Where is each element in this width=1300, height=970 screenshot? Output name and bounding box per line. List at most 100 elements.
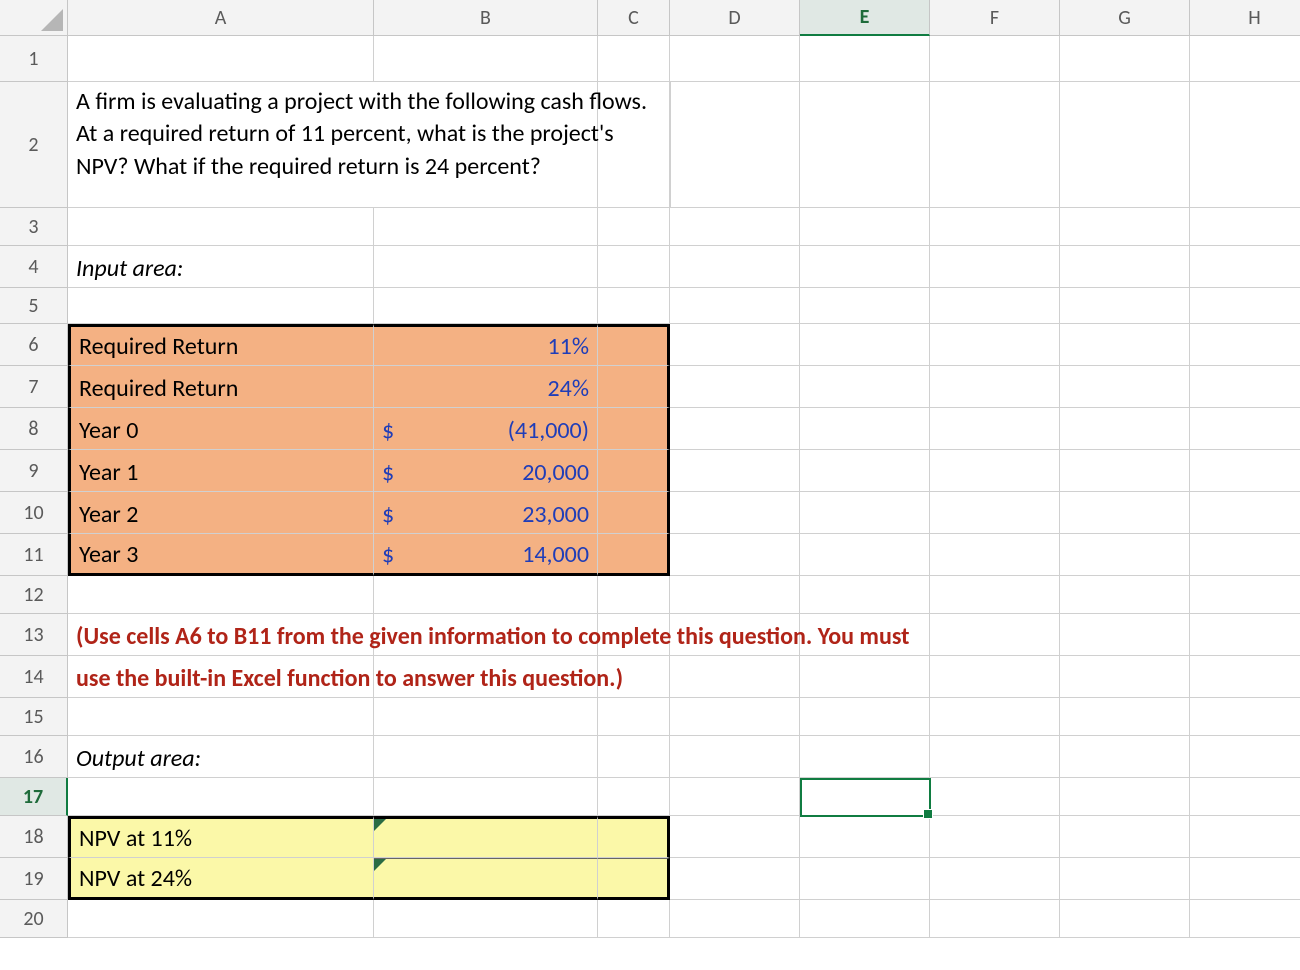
cell-D14[interactable] bbox=[670, 656, 800, 698]
cell-D5[interactable] bbox=[670, 288, 800, 324]
cell-A2[interactable]: A firm is evaluating a project with the … bbox=[68, 82, 671, 208]
cell-D11[interactable] bbox=[670, 534, 800, 576]
cell-D16[interactable] bbox=[670, 736, 800, 778]
cell-H9[interactable] bbox=[1190, 450, 1300, 492]
cell-A13[interactable]: (Use cells A6 to B11 from the given info… bbox=[68, 614, 374, 656]
col-header-H[interactable]: H bbox=[1190, 0, 1300, 36]
col-header-B[interactable]: B bbox=[374, 0, 598, 36]
cell-C1[interactable] bbox=[598, 36, 670, 82]
cell-E7[interactable] bbox=[800, 366, 930, 408]
cell-B7[interactable]: 24% bbox=[374, 366, 598, 408]
cell-E5[interactable] bbox=[800, 288, 930, 324]
cell-G15[interactable] bbox=[1060, 698, 1190, 736]
cell-G6[interactable] bbox=[1060, 324, 1190, 366]
row-header-11[interactable]: 11 bbox=[0, 534, 68, 576]
cell-A18[interactable]: NPV at 11% bbox=[68, 816, 374, 858]
cell-H6[interactable] bbox=[1190, 324, 1300, 366]
cell-D18[interactable] bbox=[670, 816, 800, 858]
cell-G8[interactable] bbox=[1060, 408, 1190, 450]
cell-F4[interactable] bbox=[930, 246, 1060, 288]
cell-G3[interactable] bbox=[1060, 208, 1190, 246]
row-header-20[interactable]: 20 bbox=[0, 900, 68, 938]
cell-E4[interactable] bbox=[800, 246, 930, 288]
cell-B11[interactable]: $14,000 bbox=[374, 534, 598, 576]
row-header-13[interactable]: 13 bbox=[0, 614, 68, 656]
cell-E10[interactable] bbox=[800, 492, 930, 534]
cell-F14[interactable] bbox=[930, 656, 1060, 698]
cell-D8[interactable] bbox=[670, 408, 800, 450]
cell-F11[interactable] bbox=[930, 534, 1060, 576]
cell-C16[interactable] bbox=[598, 736, 670, 778]
cell-H1[interactable] bbox=[1190, 36, 1300, 82]
cell-F2[interactable] bbox=[930, 82, 1060, 208]
row-header-2[interactable]: 2 bbox=[0, 82, 68, 208]
cell-B16[interactable] bbox=[374, 736, 598, 778]
cell-F20[interactable] bbox=[930, 900, 1060, 938]
cell-H8[interactable] bbox=[1190, 408, 1300, 450]
cell-G13[interactable] bbox=[1060, 614, 1190, 656]
cell-H20[interactable] bbox=[1190, 900, 1300, 938]
row-header-12[interactable]: 12 bbox=[0, 576, 68, 614]
cell-D4[interactable] bbox=[670, 246, 800, 288]
cell-G2[interactable] bbox=[1060, 82, 1190, 208]
cell-F9[interactable] bbox=[930, 450, 1060, 492]
cell-E3[interactable] bbox=[800, 208, 930, 246]
cell-C8[interactable] bbox=[598, 408, 670, 450]
cell-E2[interactable] bbox=[800, 82, 930, 208]
cell-C9[interactable] bbox=[598, 450, 670, 492]
cell-G20[interactable] bbox=[1060, 900, 1190, 938]
cell-H16[interactable] bbox=[1190, 736, 1300, 778]
col-header-D[interactable]: D bbox=[670, 0, 800, 36]
cell-F18[interactable] bbox=[930, 816, 1060, 858]
cell-G9[interactable] bbox=[1060, 450, 1190, 492]
cell-F16[interactable] bbox=[930, 736, 1060, 778]
cell-C18[interactable] bbox=[598, 816, 670, 858]
cell-F12[interactable] bbox=[930, 576, 1060, 614]
cell-G17[interactable] bbox=[1060, 778, 1190, 816]
cell-F19[interactable] bbox=[930, 858, 1060, 900]
cell-E6[interactable] bbox=[800, 324, 930, 366]
cell-E14[interactable] bbox=[800, 656, 930, 698]
cell-G1[interactable] bbox=[1060, 36, 1190, 82]
cell-B19[interactable] bbox=[374, 858, 598, 900]
cell-D9[interactable] bbox=[670, 450, 800, 492]
row-header-1[interactable]: 1 bbox=[0, 36, 68, 82]
cell-D20[interactable] bbox=[670, 900, 800, 938]
cell-H3[interactable] bbox=[1190, 208, 1300, 246]
cell-D19[interactable] bbox=[670, 858, 800, 900]
cell-A15[interactable] bbox=[68, 698, 374, 736]
cell-D2[interactable] bbox=[670, 82, 800, 208]
cell-F7[interactable] bbox=[930, 366, 1060, 408]
cell-G16[interactable] bbox=[1060, 736, 1190, 778]
col-header-G[interactable]: G bbox=[1060, 0, 1190, 36]
cell-G14[interactable] bbox=[1060, 656, 1190, 698]
row-header-14[interactable]: 14 bbox=[0, 656, 68, 698]
cell-A19[interactable]: NPV at 24% bbox=[68, 858, 374, 900]
cell-D3[interactable] bbox=[670, 208, 800, 246]
col-header-C[interactable]: C bbox=[598, 0, 670, 36]
col-header-E[interactable]: E bbox=[800, 0, 930, 36]
cell-G12[interactable] bbox=[1060, 576, 1190, 614]
cell-H11[interactable] bbox=[1190, 534, 1300, 576]
cell-B20[interactable] bbox=[374, 900, 598, 938]
cell-D17[interactable] bbox=[670, 778, 800, 816]
cell-B18[interactable] bbox=[374, 816, 598, 858]
cell-D15[interactable] bbox=[670, 698, 800, 736]
cell-B3[interactable] bbox=[374, 208, 598, 246]
cell-B5[interactable] bbox=[374, 288, 598, 324]
cell-E18[interactable] bbox=[800, 816, 930, 858]
cell-H14[interactable] bbox=[1190, 656, 1300, 698]
cell-F5[interactable] bbox=[930, 288, 1060, 324]
cell-E1[interactable] bbox=[800, 36, 930, 82]
cell-B12[interactable] bbox=[374, 576, 598, 614]
cell-F13[interactable] bbox=[930, 614, 1060, 656]
cell-H17[interactable] bbox=[1190, 778, 1300, 816]
cell-B10[interactable]: $23,000 bbox=[374, 492, 598, 534]
cell-A4[interactable]: Input area: bbox=[68, 246, 374, 288]
cell-H12[interactable] bbox=[1190, 576, 1300, 614]
cell-B9[interactable]: $20,000 bbox=[374, 450, 598, 492]
row-header-7[interactable]: 7 bbox=[0, 366, 68, 408]
cell-B17[interactable] bbox=[374, 778, 598, 816]
cell-C6[interactable] bbox=[598, 324, 670, 366]
cell-G5[interactable] bbox=[1060, 288, 1190, 324]
